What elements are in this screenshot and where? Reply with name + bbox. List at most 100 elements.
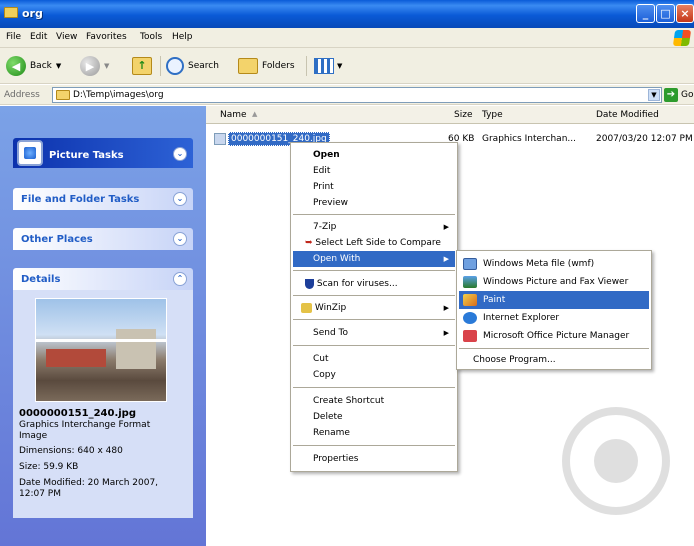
menu-separator	[293, 387, 455, 388]
menu-item-delete[interactable]: Delete	[293, 409, 455, 425]
paint-icon	[463, 294, 477, 306]
chevron-down-icon[interactable]: ⌄	[173, 192, 187, 206]
menu-separator	[293, 295, 455, 296]
details-header[interactable]: Details ⌃	[13, 268, 193, 290]
column-size[interactable]: Size	[454, 110, 472, 120]
menu-help[interactable]: Help	[172, 32, 193, 42]
menu-view[interactable]: View	[56, 32, 77, 42]
back-label: Back	[30, 61, 52, 71]
go-arrow-icon: ➔	[664, 88, 678, 102]
menu-item-print[interactable]: Print	[293, 179, 455, 195]
column-type[interactable]: Type	[482, 110, 503, 120]
file-type: Graphics Interchan...	[482, 134, 576, 144]
column-date[interactable]: Date Modified	[596, 110, 659, 120]
folder-icon	[4, 7, 18, 18]
search-icon	[166, 57, 184, 75]
office-picture-manager-icon	[463, 330, 477, 342]
menu-item-edit[interactable]: Edit	[293, 163, 455, 179]
menu-tools[interactable]: Tools	[140, 32, 162, 42]
open-with-office[interactable]: Microsoft Office Picture Manager	[459, 327, 649, 345]
address-path: D:\Temp\images\org	[73, 90, 164, 100]
menu-item-send-to[interactable]: Send To ▶	[293, 325, 455, 341]
views-button[interactable]: ▼	[314, 54, 342, 78]
menu-separator	[459, 348, 649, 349]
file-folder-tasks-header[interactable]: File and Folder Tasks ⌄	[13, 188, 193, 210]
toolbar-separator	[306, 56, 307, 76]
menu-item-send-to-label: Send To	[313, 328, 349, 338]
chevron-down-icon: ▼	[55, 62, 62, 70]
open-with-wmf-label: Windows Meta file (wmf)	[483, 259, 595, 269]
menu-item-scan[interactable]: Scan for viruses...	[293, 276, 455, 292]
open-with-ie-label: Internet Explorer	[483, 313, 560, 323]
menu-item-7zip[interactable]: 7-Zip ▶	[293, 219, 455, 235]
menu-edit[interactable]: Edit	[30, 32, 47, 42]
submenu-arrow-icon: ▶	[443, 223, 449, 231]
details-dimensions: Dimensions: 640 x 480	[19, 446, 123, 456]
context-menu: Open Edit Print Preview 7-Zip ▶ ➥ Select…	[290, 142, 458, 472]
menu-item-scan-label: Scan for viruses...	[316, 279, 398, 289]
forward-button[interactable]: ▶ ▼	[80, 54, 109, 78]
menu-item-preview[interactable]: Preview	[293, 195, 455, 211]
open-with-paint-label: Paint	[483, 295, 506, 305]
details-modified-line2: 12:07 PM	[19, 489, 61, 499]
chevron-down-icon: ▼	[104, 62, 110, 70]
open-with-paint[interactable]: Paint	[459, 291, 649, 309]
other-places-header[interactable]: Other Places ⌄	[13, 228, 193, 250]
open-with-viewer[interactable]: Windows Picture and Fax Viewer	[459, 273, 649, 291]
picture-tasks-icon	[17, 140, 43, 166]
back-button[interactable]: ◀ Back ▼	[6, 54, 61, 78]
picture-tasks-header[interactable]: Picture Tasks ⌄	[13, 138, 193, 168]
menu-separator	[293, 270, 455, 271]
address-label: Address	[4, 90, 40, 100]
maximize-button[interactable]: □	[656, 4, 675, 23]
open-with-ie[interactable]: Internet Explorer	[459, 309, 649, 327]
menu-item-open[interactable]: Open	[293, 147, 455, 163]
folders-button[interactable]: Folders	[238, 54, 295, 78]
go-button[interactable]: ➔ Go	[664, 88, 693, 102]
details-type-line2: Image	[19, 431, 48, 441]
toolbar: ◀ Back ▼ ▶ ▼ ↑ Search Folders ▼	[0, 48, 694, 84]
minimize-button[interactable]: _	[636, 4, 655, 23]
menu-item-open-with[interactable]: Open With ▶	[293, 251, 455, 267]
menu-item-compare[interactable]: ➥ Select Left Side to Compare	[293, 235, 455, 251]
menu-item-cut[interactable]: Cut	[293, 351, 455, 367]
wmf-icon	[463, 258, 477, 270]
compare-arrow-icon: ➥	[305, 238, 313, 248]
file-folder-tasks-label: File and Folder Tasks	[21, 194, 140, 205]
up-folder-button[interactable]: ↑	[132, 54, 152, 78]
menu-item-7zip-label: 7-Zip	[313, 222, 337, 232]
search-button[interactable]: Search	[166, 54, 219, 78]
close-button[interactable]: ×	[676, 4, 694, 23]
chevron-down-icon[interactable]: ▼	[648, 89, 660, 101]
open-with-viewer-label: Windows Picture and Fax Viewer	[483, 277, 629, 287]
menu-favorites[interactable]: Favorites	[86, 32, 127, 42]
submenu-arrow-icon: ▶	[443, 255, 449, 263]
menu-item-properties[interactable]: Properties	[293, 451, 455, 467]
windows-logo-icon	[672, 30, 692, 46]
other-places-label: Other Places	[21, 234, 93, 245]
thumbnail-roof	[46, 349, 106, 367]
views-icon	[314, 58, 334, 74]
details-type-line1: Graphics Interchange Format	[19, 420, 151, 430]
open-with-wmf[interactable]: Windows Meta file (wmf)	[459, 255, 649, 273]
menu-item-rename[interactable]: Rename	[293, 425, 455, 441]
details-panel: 0000000151_240.jpg Graphics Interchange …	[13, 290, 193, 518]
picture-tasks-label: Picture Tasks	[49, 150, 124, 161]
submenu-arrow-icon: ▶	[443, 329, 449, 337]
details-modified-line1: Date Modified: 20 March 2007,	[19, 478, 159, 488]
menu-item-create-shortcut[interactable]: Create Shortcut	[293, 393, 455, 409]
menu-bar: File Edit View Favorites Tools Help	[0, 28, 694, 48]
menu-item-winzip[interactable]: WinZip ▶	[293, 300, 455, 316]
chevron-down-icon[interactable]: ⌄	[173, 232, 187, 246]
chevron-down-icon[interactable]: ⌄	[173, 147, 187, 161]
menu-separator	[293, 345, 455, 346]
column-name[interactable]: Name	[220, 110, 247, 120]
internet-explorer-icon	[463, 312, 477, 324]
address-input[interactable]: D:\Temp\images\org ▼	[52, 87, 662, 103]
open-with-choose[interactable]: Choose Program...	[459, 351, 649, 369]
picture-viewer-icon	[463, 276, 477, 288]
window-title: org	[22, 7, 43, 20]
menu-file[interactable]: File	[6, 32, 21, 42]
chevron-up-icon[interactable]: ⌃	[173, 272, 187, 286]
menu-item-copy[interactable]: Copy	[293, 367, 455, 383]
